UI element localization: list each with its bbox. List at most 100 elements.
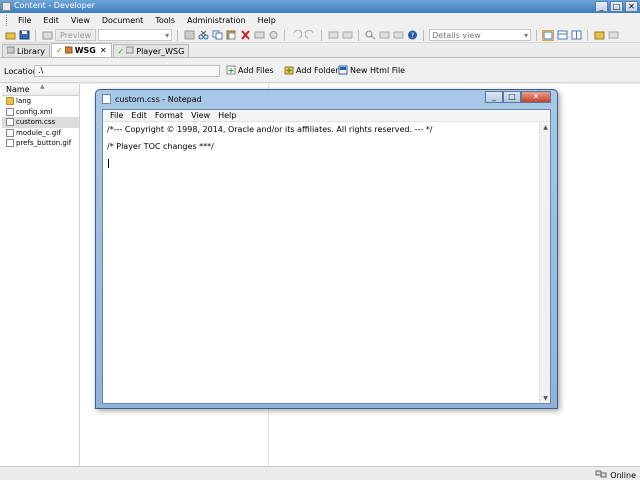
add-folder-button[interactable]: Add Folder	[284, 65, 339, 75]
menubar-grip	[6, 15, 9, 26]
preview-button[interactable]: Preview	[55, 29, 97, 41]
file-icon	[6, 128, 14, 137]
chevron-down-icon: ▾	[524, 30, 529, 40]
maximize-button[interactable]: □	[610, 1, 623, 12]
notepad-maximize-button[interactable]: □	[503, 91, 521, 103]
notepad-menu-help[interactable]: Help	[214, 111, 240, 120]
menu-help[interactable]: Help	[252, 16, 282, 25]
notepad-text-area[interactable]: /*--- Copyright © 1998, 2014, Oracle and…	[105, 123, 537, 403]
preview-icon[interactable]	[41, 30, 53, 41]
paste-icon[interactable]	[225, 30, 237, 41]
new-icon[interactable]	[4, 30, 16, 41]
notepad-minimize-button[interactable]: _	[485, 91, 503, 103]
minimize-button[interactable]: _	[595, 1, 608, 12]
tab-library[interactable]: Library	[2, 44, 50, 57]
settings-icon[interactable]	[593, 30, 605, 41]
outdent-icon[interactable]	[341, 30, 353, 41]
toolbar-separator	[284, 29, 286, 41]
replace-icon[interactable]	[378, 30, 390, 41]
document-tabs: Library ✓ WSG ✕ ✓ Player_WSG	[0, 43, 640, 58]
notepad-menu-view[interactable]: View	[187, 111, 214, 120]
app-titlebar[interactable]: Content - Developer _ □ ✕	[0, 0, 640, 13]
notepad-close-button[interactable]: ✕	[521, 91, 551, 103]
text-caret	[108, 159, 109, 168]
menu-administration[interactable]: Administration	[181, 16, 252, 25]
notepad-body: File Edit Format View Help /*--- Copyrig…	[102, 109, 551, 404]
layout-icon[interactable]	[542, 29, 555, 41]
redo-icon[interactable]	[304, 30, 316, 41]
list-item[interactable]: config.xml	[2, 107, 79, 118]
name-column-label: Name	[6, 85, 30, 94]
notepad-menu-file[interactable]: File	[106, 111, 127, 120]
file-name: config.xml	[16, 107, 53, 116]
indent-icon[interactable]	[327, 30, 339, 41]
columns-icon[interactable]	[556, 30, 568, 41]
refresh-icon[interactable]	[607, 30, 619, 41]
menu-tools[interactable]: Tools	[149, 16, 181, 25]
location-field[interactable]: .\	[34, 65, 220, 77]
rename-icon[interactable]	[253, 30, 265, 41]
menubar: File Edit View Document Tools Administra…	[0, 13, 640, 28]
split-view-icon[interactable]	[570, 30, 582, 41]
list-item[interactable]: custom.css	[2, 117, 79, 128]
notepad-titlebar[interactable]: custom.css - Notepad _ □ ✕	[96, 90, 557, 108]
menu-edit[interactable]: Edit	[37, 16, 65, 25]
help-icon[interactable]: ?	[406, 30, 418, 41]
notepad-vertical-scrollbar[interactable]: ▲ ▼	[539, 123, 550, 403]
view-mode-combo[interactable]: Details view ▾	[429, 29, 532, 41]
menu-view[interactable]: View	[65, 16, 96, 25]
text-line-blank	[107, 134, 535, 142]
toolbar-separator	[536, 29, 538, 41]
list-item[interactable]: module_c.gif	[2, 128, 79, 139]
list-item[interactable]: lang	[2, 96, 79, 107]
file-name: prefs_button.gif	[16, 139, 72, 148]
close-tab-icon[interactable]: ✕	[100, 46, 107, 55]
package-icon	[64, 46, 73, 56]
toolbar-separator	[177, 29, 179, 41]
location-bar: Location: .\ Add Files Add Folder New Ht…	[0, 59, 640, 83]
name-column-header[interactable]: ▲ Name	[2, 83, 79, 96]
app-title: Content - Developer	[14, 1, 95, 10]
menu-document[interactable]: Document	[96, 16, 149, 25]
notepad-menu-format[interactable]: Format	[151, 111, 187, 120]
chevron-down-icon: ▾	[165, 30, 170, 40]
delete-icon[interactable]	[239, 30, 251, 41]
scroll-down-icon[interactable]: ▼	[540, 394, 551, 403]
preview-target-combo[interactable]: ▾	[98, 29, 173, 41]
connection-status: Online	[595, 469, 636, 480]
tab-label: WSG	[74, 46, 96, 55]
close-button[interactable]: ✕	[625, 1, 638, 12]
notepad-menu-edit[interactable]: Edit	[127, 111, 151, 120]
notepad-icon	[102, 94, 111, 104]
add-files-button[interactable]: Add Files	[226, 65, 274, 75]
text-line: /* Player TOC changes ***/	[107, 142, 214, 151]
scroll-up-icon[interactable]: ▲	[540, 123, 551, 132]
checkmark-icon: ✓	[55, 46, 63, 55]
save-icon[interactable]	[18, 30, 30, 41]
file-list: ▲ Name lang config.xml custom.css module…	[2, 83, 80, 466]
properties-icon[interactable]	[183, 30, 195, 41]
undo-icon[interactable]	[290, 30, 302, 41]
menu-file[interactable]: File	[12, 16, 37, 25]
add-folder-label: Add Folder	[296, 65, 339, 75]
sort-arrow-icon: ▲	[40, 83, 45, 90]
lock-icon[interactable]	[267, 30, 279, 41]
status-bar: Online	[0, 466, 640, 480]
list-item[interactable]: prefs_button.gif	[2, 138, 79, 149]
file-icon	[6, 118, 14, 127]
tab-label: Player_WSG	[136, 46, 185, 56]
new-html-file-button[interactable]: New Html File	[338, 65, 405, 75]
cut-icon[interactable]	[197, 30, 209, 41]
svg-text:?: ?	[410, 32, 414, 40]
toolbar: Preview ▾ ? Details view ▾	[0, 28, 640, 43]
find-icon[interactable]	[364, 30, 376, 41]
tab-label: Library	[17, 46, 45, 56]
copy-icon[interactable]	[211, 30, 223, 41]
tab-wsg[interactable]: ✓ WSG ✕	[50, 43, 112, 57]
toolbar-separator	[358, 29, 360, 41]
add-folder-icon	[284, 65, 294, 75]
spellcheck-icon[interactable]	[392, 30, 404, 41]
file-name: custom.css	[16, 118, 56, 127]
text-line: /*--- Copyright © 1998, 2014, Oracle and…	[107, 125, 433, 134]
tab-player-wsg[interactable]: ✓ Player_WSG	[112, 44, 190, 57]
